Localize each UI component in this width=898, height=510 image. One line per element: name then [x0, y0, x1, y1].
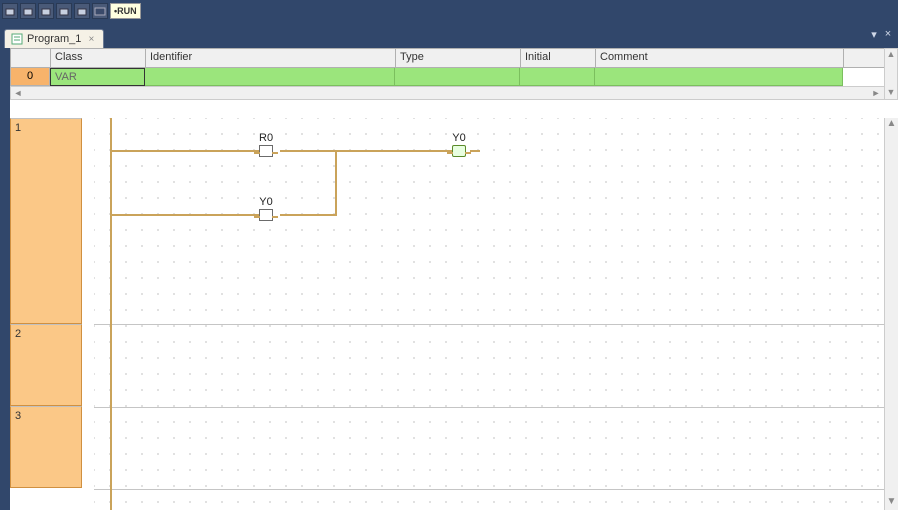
contact-symbol [259, 145, 273, 157]
toolbar-btn-6[interactable] [92, 3, 108, 19]
contact-r0[interactable]: R0 [259, 132, 273, 157]
row-index[interactable]: 0 [10, 68, 50, 86]
wire [111, 150, 266, 152]
cell-identifier[interactable] [145, 68, 395, 86]
tab-dropdown-icon[interactable]: ▾ [868, 28, 880, 41]
coil-y0[interactable]: Y0 [452, 132, 466, 157]
wire [111, 214, 266, 216]
scroll-right-icon[interactable]: ► [869, 87, 883, 99]
run-button[interactable]: •RUN [110, 3, 141, 19]
rung-number-1[interactable]: 1 [10, 118, 82, 324]
tab-close-all-icon[interactable]: × [882, 28, 894, 41]
document-tabstrip: Program_1 × ▾ × [0, 22, 898, 48]
wire [280, 214, 336, 216]
dot-grid [94, 118, 884, 510]
ladder-editor: 1 2 3 R0 [10, 118, 898, 510]
scroll-up-icon[interactable]: ▲ [885, 49, 897, 61]
tab-close-icon[interactable]: × [85, 33, 97, 45]
scroll-up-icon[interactable]: ▲ [885, 118, 898, 132]
cell-initial[interactable] [520, 68, 595, 86]
header-identifier[interactable]: Identifier [146, 49, 396, 67]
rung-divider [94, 324, 884, 325]
tab-actions: ▾ × [868, 28, 894, 41]
header-initial[interactable]: Initial [521, 49, 596, 67]
toolbar-btn-3[interactable] [38, 3, 54, 19]
wire [335, 150, 337, 216]
wire [280, 150, 336, 152]
cell-type[interactable] [395, 68, 520, 86]
toolbar-btn-4[interactable] [56, 3, 72, 19]
main-toolbar: •RUN [0, 0, 898, 22]
coil-label: Y0 [452, 132, 466, 144]
variable-table: Class Identifier Type Initial Comment 0 … [10, 48, 898, 100]
variable-table-header: Class Identifier Type Initial Comment [10, 48, 898, 68]
variable-row[interactable]: 0 VAR [10, 68, 898, 86]
editor-pane: Class Identifier Type Initial Comment 0 … [10, 48, 898, 510]
variable-vscrollbar[interactable]: ▲ ▼ [884, 48, 898, 100]
contact-symbol [259, 209, 273, 221]
wire [335, 150, 453, 152]
contact-y0[interactable]: Y0 [259, 196, 273, 221]
toolbar-btn-2[interactable] [20, 3, 36, 19]
program-icon [11, 33, 23, 45]
rung-number-3[interactable]: 3 [10, 406, 82, 488]
tab-label: Program_1 [27, 33, 81, 45]
coil-symbol [452, 145, 466, 157]
scroll-left-icon[interactable]: ◄ [11, 87, 25, 99]
toolbar-btn-5[interactable] [74, 3, 90, 19]
wire [470, 150, 480, 152]
header-rowcell [11, 49, 51, 67]
ladder-diagram[interactable]: R0 Y0 Y0 [94, 118, 884, 510]
rung-number-2[interactable]: 2 [10, 324, 82, 406]
power-rail [110, 118, 112, 510]
ladder-vscrollbar[interactable]: ▲ ▼ [884, 118, 898, 510]
header-comment[interactable]: Comment [596, 49, 844, 67]
contact-label: Y0 [259, 196, 273, 208]
scroll-down-icon[interactable]: ▼ [885, 496, 898, 510]
scroll-down-icon[interactable]: ▼ [885, 87, 897, 99]
cell-class[interactable]: VAR [50, 68, 145, 86]
header-type[interactable]: Type [396, 49, 521, 67]
header-class[interactable]: Class [51, 49, 146, 67]
cell-comment[interactable] [595, 68, 843, 86]
tab-program-1[interactable]: Program_1 × [4, 29, 104, 48]
variable-hscrollbar[interactable]: ◄ ► [10, 86, 898, 100]
rung-number-column: 1 2 3 [10, 118, 82, 510]
contact-label: R0 [259, 132, 273, 144]
rung-divider [94, 489, 884, 490]
rung-divider [94, 407, 884, 408]
toolbar-btn-1[interactable] [2, 3, 18, 19]
